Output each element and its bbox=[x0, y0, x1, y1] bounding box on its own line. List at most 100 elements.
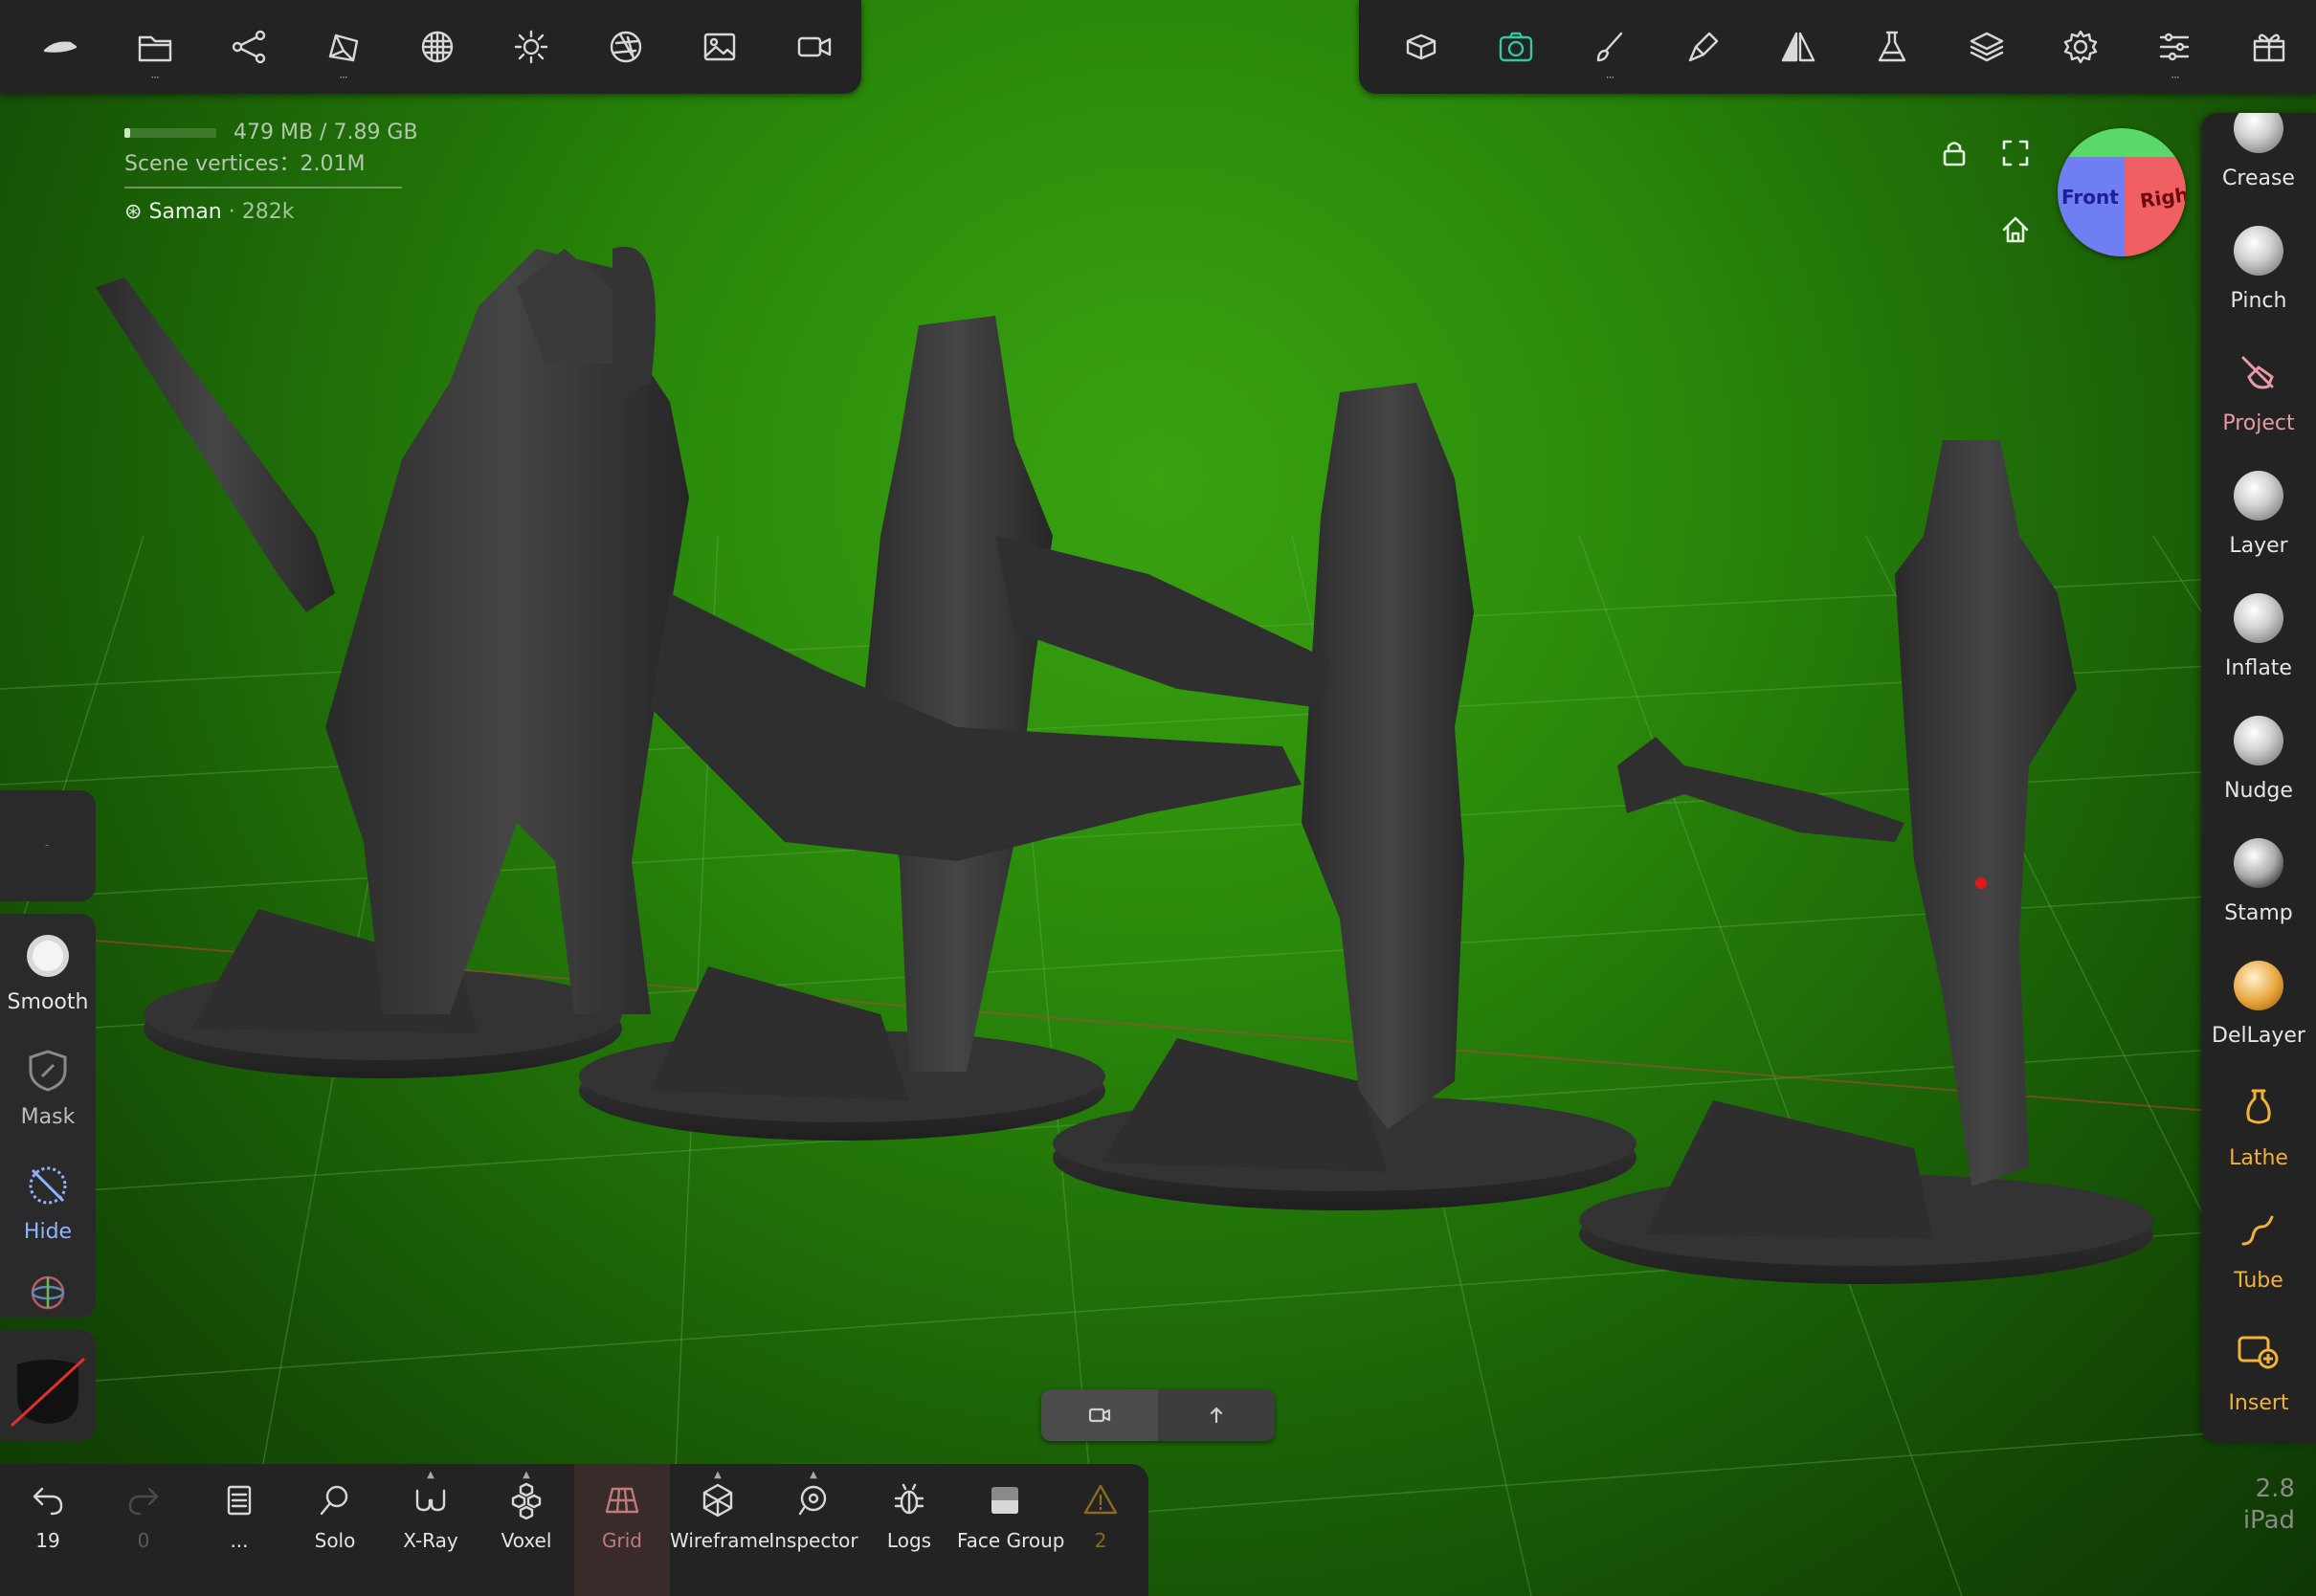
stamp-icon bbox=[2234, 838, 2283, 888]
sliders-icon[interactable] bbox=[2127, 0, 2221, 94]
camera-mode-option[interactable] bbox=[1041, 1389, 1158, 1441]
flask-icon[interactable] bbox=[1845, 0, 1939, 94]
home-view-icon[interactable] bbox=[1996, 211, 2035, 249]
voxel-button[interactable]: ▲ Voxel bbox=[479, 1464, 574, 1596]
mesh-icon: ⊛ bbox=[124, 200, 143, 224]
lathe-icon bbox=[2234, 1083, 2283, 1133]
up-axis-option[interactable] bbox=[1158, 1389, 1275, 1441]
bug-icon bbox=[894, 1483, 924, 1515]
tool-mask-label: Mask bbox=[20, 1105, 76, 1129]
grid-label: Grid bbox=[602, 1529, 642, 1552]
no-color-swatch-icon bbox=[10, 1357, 86, 1428]
topology-icon[interactable] bbox=[296, 0, 390, 94]
tool-inflate[interactable]: Inflate bbox=[2201, 593, 2316, 716]
camera-mode-toggle bbox=[1041, 1389, 1275, 1441]
3d-viewport[interactable] bbox=[0, 0, 2316, 1596]
nomad-logo-icon[interactable] bbox=[13, 0, 107, 94]
video-camera-icon[interactable] bbox=[768, 0, 861, 94]
navcube-top[interactable] bbox=[2058, 128, 2186, 161]
logs-button[interactable]: Logs bbox=[861, 1464, 957, 1596]
navcube-front-label: Front bbox=[2061, 186, 2119, 209]
tool-pinch[interactable]: Pinch bbox=[2201, 226, 2316, 348]
tool-tube[interactable]: Tube bbox=[2201, 1206, 2316, 1328]
grid-button[interactable]: Grid bbox=[574, 1464, 670, 1596]
bottom-toolbar: 19 0 ... Solo ▲ X-Ray ▲ Voxel Grid ▲ Wir… bbox=[0, 1464, 1148, 1596]
arrow-up-icon bbox=[1210, 1407, 1223, 1424]
symmetry-icon[interactable] bbox=[1751, 0, 1845, 94]
solo-label: Solo bbox=[314, 1529, 356, 1552]
more-label: ... bbox=[230, 1529, 249, 1552]
history-more-button[interactable]: ... bbox=[191, 1464, 287, 1596]
shortcut-slot-label: - bbox=[45, 838, 50, 852]
aperture-icon[interactable] bbox=[579, 0, 673, 94]
redo-icon bbox=[128, 1487, 159, 1516]
inspector-eye-icon bbox=[798, 1485, 827, 1516]
fullscreen-icon[interactable] bbox=[1996, 134, 2035, 172]
object-name: Saman bbox=[148, 200, 222, 224]
selected-object[interactable]: ⊛ Saman · 282k bbox=[124, 200, 418, 224]
scene-info: 479 MB / 7.89 GB Scene vertices：2.01M ⊛ … bbox=[124, 121, 418, 224]
face-group-button[interactable]: Face Group bbox=[957, 1464, 1064, 1596]
tool-gizmo[interactable] bbox=[0, 1268, 96, 1318]
solo-button[interactable]: Solo bbox=[287, 1464, 383, 1596]
object-vertex-count: · 282k bbox=[228, 200, 295, 224]
xray-label: X-Ray bbox=[403, 1529, 458, 1552]
warning-icon bbox=[1083, 1484, 1118, 1515]
sculpt-tools-panel: Crease Pinch Project Layer Inflate Nudge… bbox=[2201, 113, 2316, 1443]
memory-usage: 479 MB / 7.89 GB bbox=[234, 121, 418, 144]
device-name: iPad bbox=[2242, 1505, 2295, 1535]
warnings-button[interactable]: 2 bbox=[1053, 1464, 1148, 1596]
image-icon[interactable] bbox=[673, 0, 767, 94]
wireframe-button[interactable]: ▲ Wireframe bbox=[670, 1464, 770, 1596]
tool-nudge[interactable]: Nudge bbox=[2201, 716, 2316, 838]
tools-toolbar bbox=[1359, 0, 2316, 94]
scene-graph-icon[interactable] bbox=[202, 0, 296, 94]
screenshot-camera-icon[interactable] bbox=[1468, 0, 1562, 94]
tool-crease[interactable]: Crease bbox=[2201, 113, 2316, 226]
tool-mask[interactable]: Mask bbox=[0, 1046, 96, 1129]
tool-lathe[interactable]: Lathe bbox=[2201, 1083, 2316, 1206]
brush-icon[interactable] bbox=[1563, 0, 1657, 94]
tool-hide[interactable]: Hide bbox=[0, 1161, 96, 1244]
left-tools-panel: Smooth Mask Hide bbox=[0, 914, 96, 1318]
tool-insert[interactable]: Insert bbox=[2201, 1328, 2316, 1443]
caret-icon: ▲ bbox=[427, 1470, 434, 1480]
tool-dellayer-label: DelLayer bbox=[2212, 1024, 2305, 1048]
tool-inflate-label: Inflate bbox=[2225, 656, 2292, 680]
tool-insert-label: Insert bbox=[2228, 1391, 2289, 1415]
layers-icon[interactable] bbox=[1939, 0, 2033, 94]
gift-icon[interactable] bbox=[2222, 0, 2316, 94]
tool-stamp[interactable]: Stamp bbox=[2201, 838, 2316, 961]
paint-brush-icon[interactable] bbox=[1657, 0, 1750, 94]
tool-smooth[interactable]: Smooth bbox=[0, 931, 96, 1014]
material-color-swatch[interactable] bbox=[0, 1330, 96, 1441]
tool-project-label: Project bbox=[2222, 411, 2295, 435]
undo-count: 19 bbox=[35, 1529, 60, 1552]
tool-nudge-label: Nudge bbox=[2224, 779, 2293, 803]
wireframe-label: Wireframe bbox=[670, 1529, 770, 1552]
tool-dellayer[interactable]: DelLayer bbox=[2201, 961, 2316, 1083]
camera-view-icon[interactable] bbox=[1374, 0, 1468, 94]
tool-hide-label: Hide bbox=[23, 1220, 73, 1244]
warnings-count: 2 bbox=[1094, 1529, 1107, 1552]
navigation-cube[interactable]: Front Right bbox=[2058, 128, 2186, 256]
undo-button[interactable]: 19 bbox=[0, 1464, 96, 1596]
dellayer-icon bbox=[2234, 961, 2283, 1010]
gizmo-icon bbox=[31, 1275, 65, 1310]
layer-icon bbox=[2234, 471, 2283, 521]
settings-gear-icon[interactable] bbox=[2034, 0, 2127, 94]
sun-light-icon[interactable] bbox=[484, 0, 578, 94]
document-icon bbox=[227, 1485, 252, 1516]
redo-button[interactable]: 0 bbox=[96, 1464, 191, 1596]
left-shortcut-slot[interactable]: - bbox=[0, 790, 96, 901]
tool-layer[interactable]: Layer bbox=[2201, 471, 2316, 593]
tool-project[interactable]: Project bbox=[2201, 348, 2316, 471]
xray-button[interactable]: ▲ X-Ray bbox=[383, 1464, 479, 1596]
memory-bar bbox=[124, 128, 216, 138]
inspector-button[interactable]: ▲ Inspector bbox=[766, 1464, 861, 1596]
tube-icon bbox=[2234, 1206, 2283, 1255]
caret-icon: ▲ bbox=[714, 1470, 722, 1480]
material-sphere-icon[interactable] bbox=[390, 0, 484, 94]
folder-icon[interactable] bbox=[107, 0, 201, 94]
lock-icon[interactable] bbox=[1935, 134, 1973, 172]
